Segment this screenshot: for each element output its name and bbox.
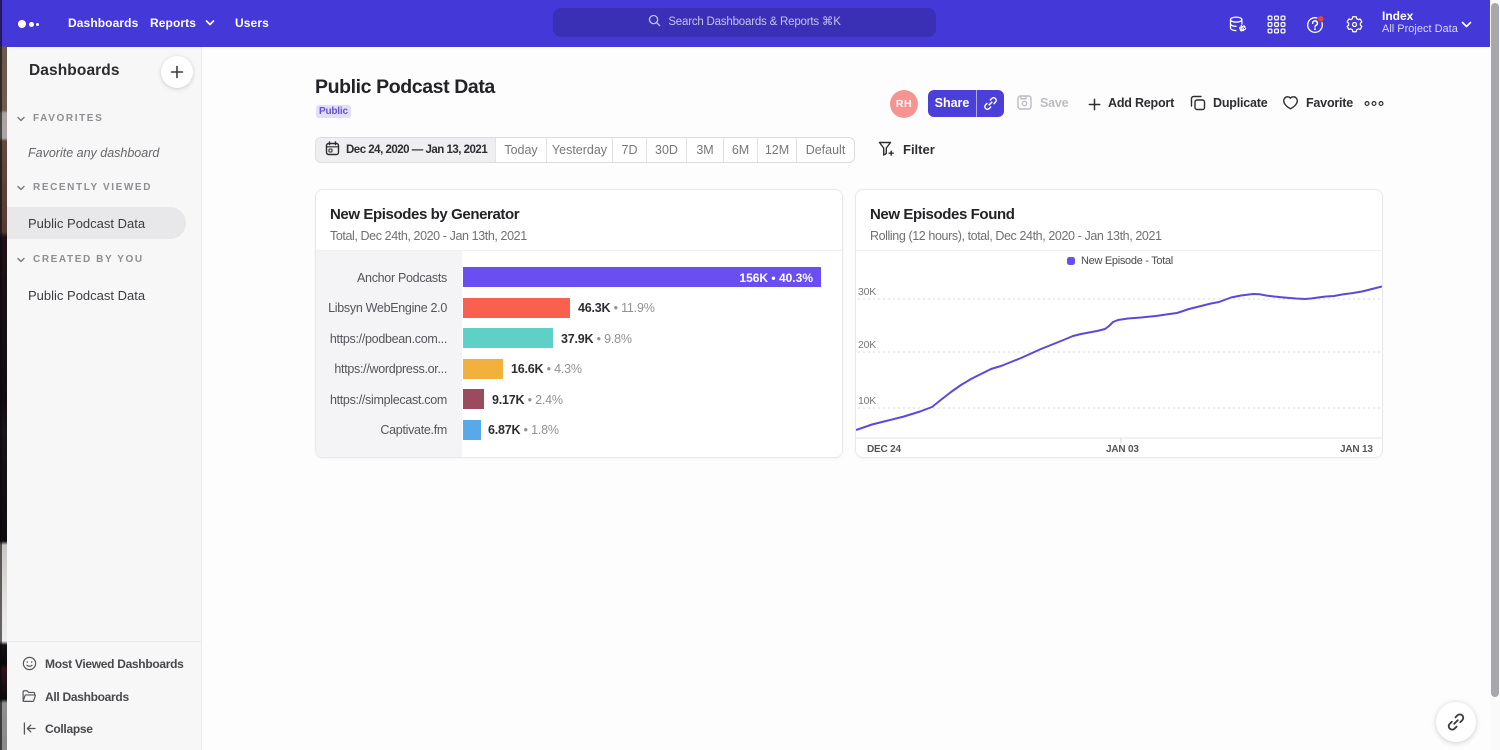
svg-text:DEC 24: DEC 24	[867, 444, 901, 455]
svg-text:20K: 20K	[858, 339, 876, 351]
svg-text:JAN 03: JAN 03	[1106, 444, 1139, 455]
svg-text:30K: 30K	[858, 286, 876, 298]
svg-text:JAN 13: JAN 13	[1340, 444, 1373, 455]
svg-text:10K: 10K	[858, 395, 876, 407]
